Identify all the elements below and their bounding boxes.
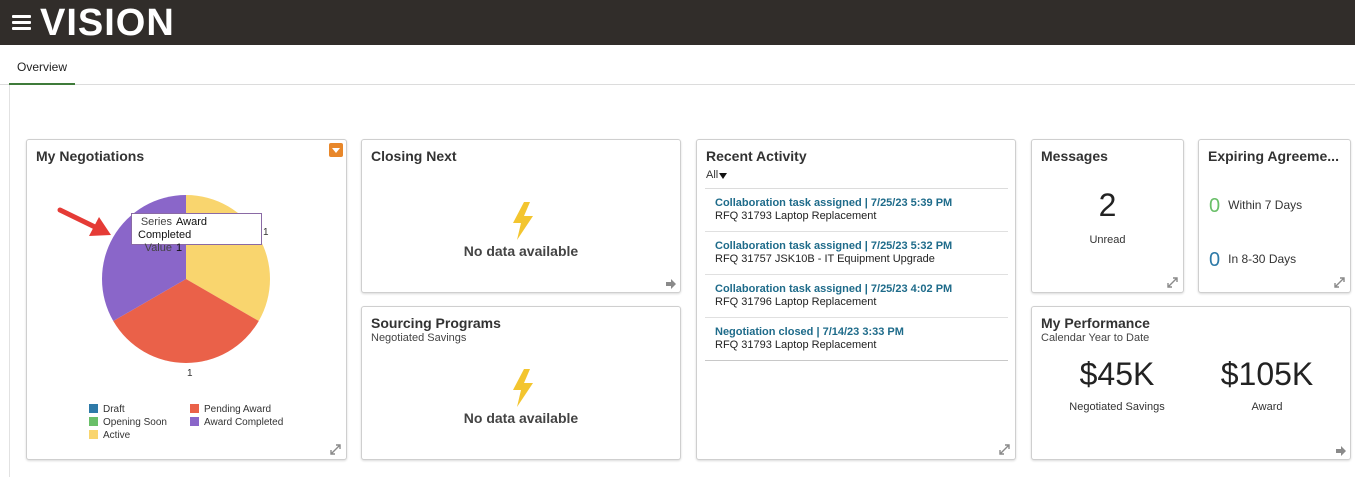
tab-bar: Overview bbox=[0, 45, 1355, 85]
legend-label: Pending Award bbox=[204, 404, 272, 415]
expand-icon[interactable] bbox=[330, 444, 341, 455]
legend-item-opening-soon[interactable]: Opening Soon bbox=[89, 416, 167, 429]
expiring-row-8-30-days[interactable]: 0 In 8-30 Days bbox=[1209, 249, 1296, 272]
sourcing-programs-card: Sourcing Programs Negotiated Savings No … bbox=[361, 306, 681, 460]
list-item: Collaboration task assigned | 7/25/23 5:… bbox=[705, 232, 1008, 275]
content-divider bbox=[9, 85, 10, 477]
expand-icon[interactable] bbox=[999, 444, 1010, 455]
card-title: Recent Activity bbox=[706, 148, 807, 164]
empty-state-text: No data available bbox=[463, 243, 579, 259]
activity-link[interactable]: Negotiation closed | 7/14/23 3:33 PM bbox=[715, 326, 1008, 339]
award-label: Award bbox=[1251, 401, 1283, 413]
legend-swatch bbox=[89, 430, 98, 439]
list-item: Collaboration task assigned | 7/25/23 4:… bbox=[705, 275, 1008, 318]
unread-count[interactable]: 2 bbox=[1032, 187, 1183, 224]
activity-link[interactable]: Collaboration task assigned | 7/25/23 4:… bbox=[715, 283, 1008, 296]
tab-overview[interactable]: Overview bbox=[9, 45, 76, 85]
card-title: Sourcing Programs bbox=[371, 315, 501, 331]
legend-swatch bbox=[89, 404, 98, 413]
hamburger-icon[interactable] bbox=[12, 15, 31, 30]
activity-link[interactable]: Collaboration task assigned | 7/25/23 5:… bbox=[715, 197, 1008, 210]
lightning-icon bbox=[513, 369, 533, 407]
messages-card: Messages 2 Unread bbox=[1031, 139, 1184, 293]
legend-item-draft[interactable]: Draft bbox=[89, 403, 125, 416]
pie-label-bottom: 1 bbox=[187, 368, 193, 379]
filter-value: All bbox=[706, 169, 719, 181]
negotiated-savings-label: Negotiated Savings bbox=[1069, 401, 1165, 413]
legend-item-award-completed[interactable]: Award Completed bbox=[190, 416, 283, 429]
expiring-row-7-days[interactable]: 0 Within 7 Days bbox=[1209, 195, 1302, 218]
arrow-annotation bbox=[57, 207, 111, 236]
activity-description: RFQ 31796 Laptop Replacement bbox=[715, 296, 877, 308]
top-bar: VISION bbox=[0, 0, 1355, 45]
navigate-arrow-icon[interactable] bbox=[666, 279, 676, 289]
expand-icon[interactable] bbox=[1334, 277, 1345, 288]
tooltip-series-key: Series bbox=[140, 216, 172, 228]
negotiations-pie-chart: 1 1 bbox=[57, 195, 271, 379]
legend-label: Active bbox=[103, 430, 131, 441]
card-title: Messages bbox=[1041, 148, 1108, 164]
legend-item-active[interactable]: Active bbox=[89, 429, 130, 442]
expiring-agreements-card: Expiring Agreeme... 0 Within 7 Days 0 In 8… bbox=[1198, 139, 1351, 293]
tooltip-value-value: 1 bbox=[176, 242, 183, 254]
card-title: Closing Next bbox=[371, 148, 457, 164]
expiring-label: In 8-30 Days bbox=[1228, 252, 1297, 266]
chevron-down-icon bbox=[719, 173, 728, 179]
legend-swatch bbox=[89, 417, 98, 426]
award-value[interactable]: $105K bbox=[1202, 356, 1332, 393]
expiring-count: 0 bbox=[1209, 195, 1221, 217]
activity-list: Collaboration task assigned | 7/25/23 5:… bbox=[705, 188, 1008, 361]
legend-swatch bbox=[190, 404, 199, 413]
activity-description: RFQ 31793 Laptop Replacement bbox=[715, 210, 877, 222]
activity-filter-dropdown[interactable]: All bbox=[706, 169, 728, 181]
recent-activity-card: Recent Activity All Collaboration task a… bbox=[696, 139, 1016, 460]
card-subtitle: Negotiated Savings bbox=[371, 332, 467, 344]
legend-label: Award Completed bbox=[204, 417, 284, 428]
legend-label: Opening Soon bbox=[103, 417, 167, 428]
card-subtitle: Calendar Year to Date bbox=[1041, 332, 1150, 344]
closing-next-card: Closing Next No data available bbox=[361, 139, 681, 293]
expand-icon[interactable] bbox=[1167, 277, 1178, 288]
legend-swatch bbox=[190, 417, 199, 426]
activity-description: RFQ 31793 Laptop Replacement bbox=[715, 339, 877, 351]
expiring-count: 0 bbox=[1209, 249, 1221, 271]
negotiated-savings-value[interactable]: $45K bbox=[1052, 356, 1182, 393]
list-item: Negotiation closed | 7/14/23 3:33 PM RFQ… bbox=[705, 318, 1008, 361]
my-negotiations-card: My Negotiations 1 1 Series Award Complete… bbox=[26, 139, 347, 460]
empty-state-text: No data available bbox=[463, 410, 579, 426]
legend-label: Draft bbox=[103, 404, 125, 415]
my-performance-card: My Performance Calendar Year to Date $45… bbox=[1031, 306, 1351, 460]
card-title: My Performance bbox=[1041, 315, 1150, 331]
activity-link[interactable]: Collaboration task assigned | 7/25/23 5:… bbox=[715, 240, 1008, 253]
chart-tooltip: Series Award Completed Value 1 bbox=[131, 213, 262, 254]
lightning-icon bbox=[513, 202, 533, 240]
brand-logo[interactable]: VISION bbox=[40, 1, 175, 45]
activity-description: RFQ 31757 JSK10B - IT Equipment Upgrade bbox=[715, 253, 935, 265]
expiring-label: Within 7 Days bbox=[1228, 198, 1303, 212]
legend-item-pending-award[interactable]: Pending Award bbox=[190, 403, 271, 416]
card-title: Expiring Agreeme... bbox=[1208, 148, 1339, 164]
tooltip-value-key: Value bbox=[144, 242, 172, 254]
list-item: Collaboration task assigned | 7/25/23 5:… bbox=[705, 189, 1008, 232]
unread-label: Unread bbox=[1089, 234, 1126, 246]
navigate-arrow-icon[interactable] bbox=[1336, 446, 1346, 456]
pie-label-right: 1 bbox=[263, 227, 269, 238]
